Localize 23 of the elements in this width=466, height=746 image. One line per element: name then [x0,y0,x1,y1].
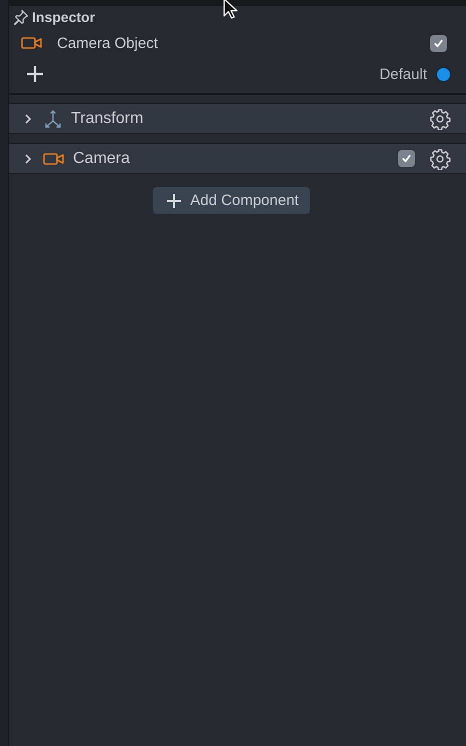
object-name: Camera Object [57,34,158,52]
video-camera-icon [21,36,43,50]
pin-icon[interactable] [13,9,29,25]
settings-icon[interactable] [429,148,451,170]
component-header[interactable]: Transform [9,103,466,134]
axes-icon [43,108,63,128]
component-name: Camera [73,150,130,168]
plus-icon [166,192,182,208]
chevron-icon[interactable] [23,114,33,124]
add-icon[interactable] [26,65,44,83]
checkmark-icon [433,38,444,48]
panel-title: Inspector [32,9,96,25]
video-camera-icon [43,152,65,166]
enabled-checkbox[interactable] [398,150,415,167]
checkmark-icon [401,153,412,164]
chevron-icon[interactable] [23,154,33,164]
layer-dot[interactable] [436,66,451,82]
enabled-checkbox[interactable] [430,34,447,52]
layer-label: Default [379,66,427,82]
settings-icon[interactable] [429,108,451,130]
component-header[interactable]: Camera [9,143,466,174]
component-name: Transform [71,110,144,128]
add-component-button[interactable]: Add Component [153,187,310,214]
